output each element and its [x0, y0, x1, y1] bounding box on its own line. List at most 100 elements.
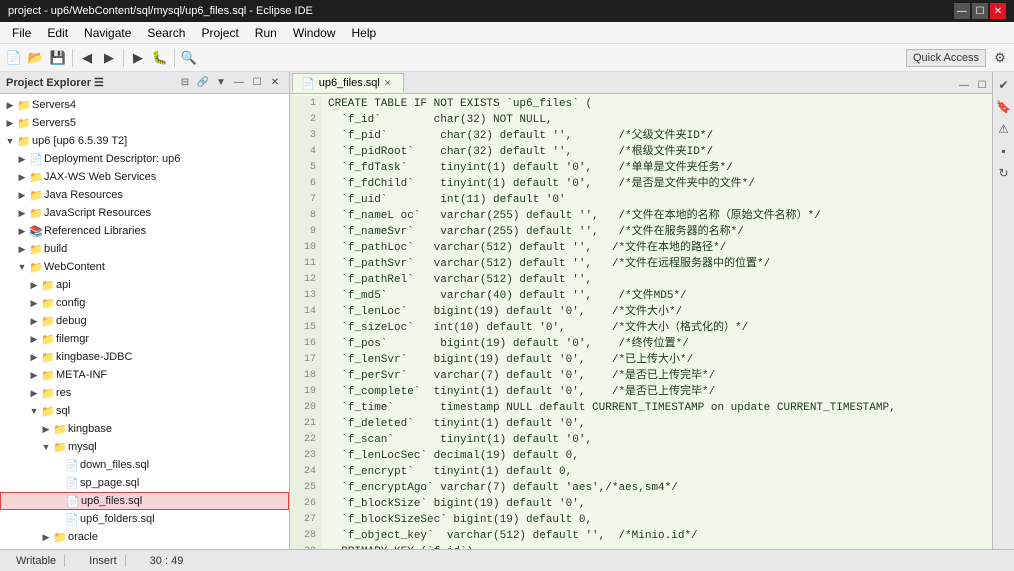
line-number-20: 20 — [290, 400, 322, 416]
tree-toggle-mysql[interactable]: ▼ — [40, 441, 52, 453]
code-line-21: 21 `f_deleted` tinyint(1) default '0', — [290, 416, 992, 432]
menu-search[interactable]: Search — [139, 24, 193, 42]
tree-toggle-kingbase-jdbc[interactable]: ▶ — [28, 351, 40, 363]
line-content-2: `f_id` char(32) NOT NULL, — [322, 112, 552, 128]
tree-toggle-debug[interactable]: ▶ — [28, 315, 40, 327]
code-line-13: 13 `f_md5` varchar(40) default '', /*文件M… — [290, 288, 992, 304]
tree-item-deployment[interactable]: ▶ 📄 Deployment Descriptor: up6 — [0, 150, 289, 168]
console-icon[interactable]: ▪ — [995, 142, 1013, 160]
minimize-button[interactable]: — — [954, 3, 970, 19]
tree-toggle-sql[interactable]: ▼ — [28, 405, 40, 417]
tree-toggle-api[interactable]: ▶ — [28, 279, 40, 291]
tab-label: up6_files.sql — [319, 77, 380, 89]
tree-label-res: res — [56, 387, 71, 399]
menu-edit[interactable]: Edit — [39, 24, 76, 42]
tree-toggle-build[interactable]: ▶ — [16, 243, 28, 255]
menu-help[interactable]: Help — [344, 24, 385, 42]
maximize-button[interactable]: ☐ — [972, 3, 988, 19]
tree-toggle-metainf[interactable]: ▶ — [28, 369, 40, 381]
menu-project[interactable]: Project — [193, 24, 246, 42]
toolbar-search[interactable]: 🔍 — [179, 48, 199, 68]
tree-item-oracle[interactable]: ▶ 📁 oracle — [0, 528, 289, 546]
editor-min-button[interactable]: — — [956, 77, 972, 93]
toolbar-back[interactable]: ◀ — [77, 48, 97, 68]
tree-item-metainf[interactable]: ▶ 📁 META-INF — [0, 366, 289, 384]
tree-item-res[interactable]: ▶ 📁 res — [0, 384, 289, 402]
tree-toggle-sp_page[interactable] — [52, 477, 64, 489]
panel-close-button[interactable]: ✕ — [267, 75, 283, 91]
tree-item-debug[interactable]: ▶ 📁 debug — [0, 312, 289, 330]
tree-item-sp_page[interactable]: 📄 sp_page.sql — [0, 474, 289, 492]
editor-max-button[interactable]: ☐ — [974, 77, 990, 93]
toolbar-run[interactable]: ▶ — [128, 48, 148, 68]
toolbar-new[interactable]: 📄 — [4, 48, 24, 68]
toolbar-pref[interactable]: ⚙ — [990, 48, 1010, 68]
tree-item-ref-libs[interactable]: ▶ 📚 Referenced Libraries — [0, 222, 289, 240]
tree-toggle-oracle[interactable]: ▶ — [40, 531, 52, 543]
close-button[interactable]: ✕ — [990, 3, 1006, 19]
tree-item-webcontent[interactable]: ▼ 📁 WebContent — [0, 258, 289, 276]
toolbar-save[interactable]: 💾 — [48, 48, 68, 68]
tree-toggle-up6_folders[interactable] — [52, 513, 64, 525]
tree-toggle-kingbase[interactable]: ▶ — [40, 423, 52, 435]
tree-toggle-filemgr[interactable]: ▶ — [28, 333, 40, 345]
code-editor[interactable]: 1CREATE TABLE IF NOT EXISTS `up6_files` … — [290, 94, 992, 549]
tree-icon-debug: 📁 — [40, 314, 56, 328]
tree-label-js-res: JavaScript Resources — [44, 207, 151, 219]
tree-toggle-down_files[interactable] — [52, 459, 64, 471]
tree-toggle-java-res[interactable]: ▶ — [16, 189, 28, 201]
line-content-19: `f_complete` tinyint(1) default '0', /*是… — [322, 384, 715, 400]
progress-icon[interactable]: ↻ — [995, 164, 1013, 182]
task-icon[interactable]: ✔ — [995, 76, 1013, 94]
tree-item-up6_folders[interactable]: 📄 up6_folders.sql — [0, 510, 289, 528]
menu-file[interactable]: File — [4, 24, 39, 42]
bookmark-icon[interactable]: 🔖 — [995, 98, 1013, 116]
tree-toggle-res[interactable]: ▶ — [28, 387, 40, 399]
tree-item-up6_files[interactable]: 📄 up6_files.sql — [0, 492, 289, 510]
tree-toggle-servers4[interactable]: ▶ — [4, 99, 16, 111]
tree-item-kingbase-jdbc[interactable]: ▶ 📁 kingbase-JDBC — [0, 348, 289, 366]
tree-item-java-res[interactable]: ▶ 📁 Java Resources — [0, 186, 289, 204]
tree-toggle-jaxws[interactable]: ▶ — [16, 171, 28, 183]
tree-item-api[interactable]: ▶ 📁 api — [0, 276, 289, 294]
tree-item-sql[interactable]: ▼ 📁 sql — [0, 402, 289, 420]
tree-item-mysql[interactable]: ▼ 📁 mysql — [0, 438, 289, 456]
tree-item-jaxws[interactable]: ▶ 📁 JAX-WS Web Services — [0, 168, 289, 186]
tree-toggle-up6[interactable]: ▼ — [4, 135, 16, 147]
tree-item-up6[interactable]: ▼ 📁 up6 [up6 6.5.39 T2] — [0, 132, 289, 150]
toolbar-fwd[interactable]: ▶ — [99, 48, 119, 68]
panel-menu-button[interactable]: ▼ — [213, 75, 229, 91]
line-content-20: `f_time` timestamp NULL default CURRENT_… — [322, 400, 896, 416]
toolbar-open[interactable]: 📂 — [26, 48, 46, 68]
tree-toggle-servers5[interactable]: ▶ — [4, 117, 16, 129]
tree-toggle-js-res[interactable]: ▶ — [16, 207, 28, 219]
menu-run[interactable]: Run — [247, 24, 285, 42]
tree-item-config[interactable]: ▶ 📁 config — [0, 294, 289, 312]
tree-item-js-res[interactable]: ▶ 📁 JavaScript Resources — [0, 204, 289, 222]
problems-icon[interactable]: ⚠ — [995, 120, 1013, 138]
tree-item-filemgr[interactable]: ▶ 📁 filemgr — [0, 330, 289, 348]
panel-maximize-button[interactable]: ☐ — [249, 75, 265, 91]
tree-item-build[interactable]: ▶ 📁 build — [0, 240, 289, 258]
editor-tab-up6files[interactable]: 📄 up6_files.sql ✕ — [292, 73, 404, 93]
tab-close-button[interactable]: ✕ — [384, 78, 392, 89]
tree-item-kingbase[interactable]: ▶ 📁 kingbase — [0, 420, 289, 438]
project-tree[interactable]: ▶ 📁 Servers4 ▶ 📁 Servers5 ▼ 📁 up6 [up6 6… — [0, 94, 289, 549]
menu-navigate[interactable]: Navigate — [76, 24, 139, 42]
collapse-all-button[interactable]: ⊟ — [177, 75, 193, 91]
toolbar-debug[interactable]: 🐛 — [150, 48, 170, 68]
tree-toggle-webcontent[interactable]: ▼ — [16, 261, 28, 273]
tree-item-postgresql[interactable]: ▶ 📁 postgresql — [0, 546, 289, 549]
panel-minimize-button[interactable]: — — [231, 75, 247, 91]
menu-window[interactable]: Window — [285, 24, 344, 42]
tree-toggle-ref-libs[interactable]: ▶ — [16, 225, 28, 237]
tree-toggle-deployment[interactable]: ▶ — [16, 153, 28, 165]
link-editor-button[interactable]: 🔗 — [195, 75, 211, 91]
line-number-29: 29 — [290, 544, 322, 549]
tree-toggle-config[interactable]: ▶ — [28, 297, 40, 309]
tree-item-servers4[interactable]: ▶ 📁 Servers4 — [0, 96, 289, 114]
tree-item-down_files[interactable]: 📄 down_files.sql — [0, 456, 289, 474]
tree-item-servers5[interactable]: ▶ 📁 Servers5 — [0, 114, 289, 132]
tree-toggle-up6_files[interactable] — [53, 495, 65, 507]
title-bar: project - up6/WebContent/sql/mysql/up6_f… — [0, 0, 1014, 22]
